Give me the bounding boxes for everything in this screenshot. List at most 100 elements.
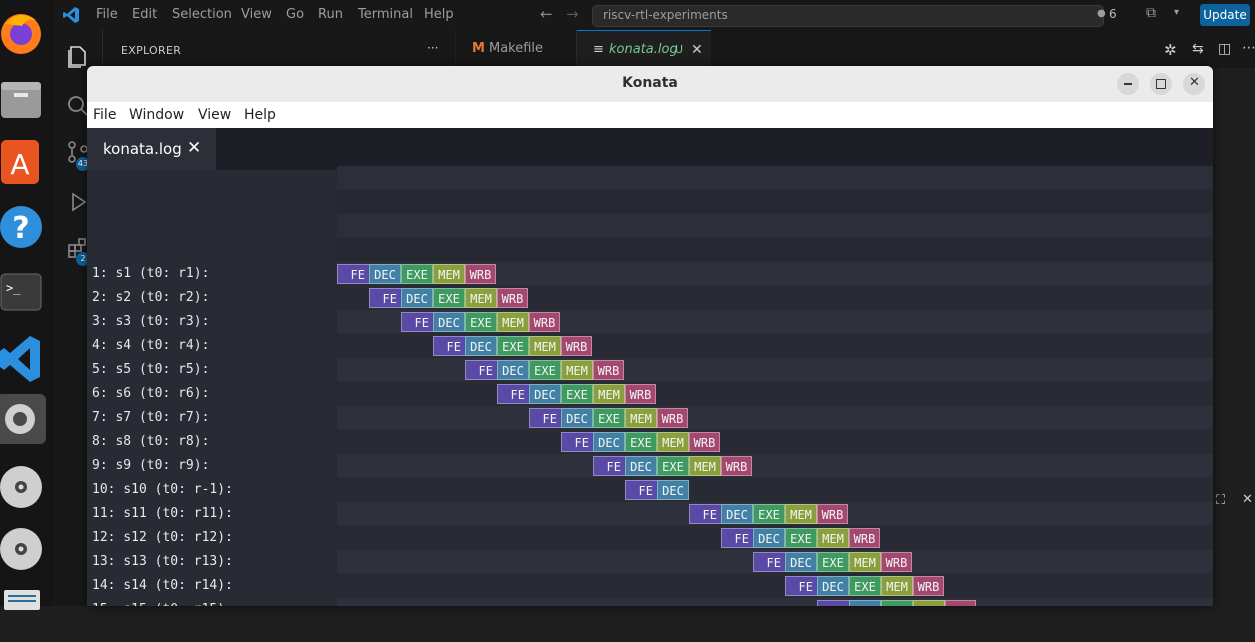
vscode-menu-go[interactable]: Go bbox=[286, 7, 304, 22]
maximize-button[interactable] bbox=[1150, 73, 1172, 95]
forward-arrow-icon[interactable]: → bbox=[566, 5, 579, 23]
stage-wrb[interactable]: WRB bbox=[945, 600, 976, 606]
close-button[interactable]: ✕ bbox=[1183, 73, 1205, 95]
stage-fe[interactable]: FE bbox=[625, 480, 658, 500]
stage-fe[interactable]: FE bbox=[401, 312, 434, 332]
stage-mem[interactable]: MEM bbox=[849, 552, 881, 572]
disc-icon[interactable] bbox=[0, 522, 54, 576]
stage-mem[interactable]: MEM bbox=[689, 456, 721, 476]
stage-wrb[interactable]: WRB bbox=[849, 528, 880, 548]
explorer-icon[interactable] bbox=[66, 44, 90, 68]
stage-wrb[interactable]: WRB bbox=[497, 288, 528, 308]
close-icon[interactable]: ✕ bbox=[187, 138, 201, 158]
stage-dec[interactable]: DEC bbox=[721, 504, 753, 524]
stage-exe[interactable]: EXE bbox=[465, 312, 497, 332]
chevron-down-icon[interactable]: ▾ bbox=[1174, 7, 1179, 18]
stage-fe[interactable]: FE bbox=[465, 360, 498, 380]
stage-wrb[interactable]: WRB bbox=[657, 408, 688, 428]
close-icon[interactable]: ✕ bbox=[691, 31, 703, 69]
stage-exe[interactable]: EXE bbox=[753, 504, 785, 524]
vscode-menu-help[interactable]: Help bbox=[424, 7, 454, 22]
stage-wrb[interactable]: WRB bbox=[689, 432, 720, 452]
stage-mem[interactable]: MEM bbox=[465, 288, 497, 308]
stage-dec[interactable]: DEC bbox=[753, 528, 785, 548]
stage-exe[interactable]: EXE bbox=[561, 384, 593, 404]
more-actions-icon[interactable]: ⋯ bbox=[1242, 40, 1255, 56]
stage-mem[interactable]: MEM bbox=[433, 264, 465, 284]
stage-wrb[interactable]: WRB bbox=[817, 504, 848, 524]
stage-exe[interactable]: EXE bbox=[657, 456, 689, 476]
settings-icon[interactable] bbox=[0, 394, 54, 448]
menu-file[interactable]: File bbox=[93, 107, 116, 123]
stage-wrb[interactable]: WRB bbox=[881, 552, 912, 572]
stage-fe[interactable]: FE bbox=[753, 552, 786, 572]
stage-fe[interactable]: FE bbox=[721, 528, 754, 548]
stage-wrb[interactable]: WRB bbox=[721, 456, 752, 476]
more-actions-icon[interactable]: ··· bbox=[427, 41, 438, 55]
stage-dec[interactable]: DEC bbox=[561, 408, 593, 428]
pipeline-view[interactable]: 1: s1 (t0: r1): FE DEC EXE MEM WRB 2: s2 (t0: … bbox=[87, 166, 1213, 606]
close-icon[interactable]: ✕ bbox=[1242, 492, 1253, 507]
stage-wrb[interactable]: WRB bbox=[561, 336, 592, 356]
split-editor-icon[interactable]: ◫ bbox=[1218, 41, 1231, 57]
stage-mem[interactable]: MEM bbox=[881, 576, 913, 596]
stage-mem[interactable]: MEM bbox=[785, 504, 817, 524]
stage-exe[interactable]: EXE bbox=[817, 552, 849, 572]
stage-mem[interactable]: MEM bbox=[817, 528, 849, 548]
tab-makefile[interactable]: M Makefile bbox=[456, 30, 577, 68]
stage-fe[interactable]: FE bbox=[689, 504, 722, 524]
stage-exe[interactable]: EXE bbox=[401, 264, 433, 284]
disc-icon[interactable] bbox=[0, 460, 54, 514]
vscode-menu-terminal[interactable]: Terminal bbox=[358, 7, 413, 22]
stage-fe[interactable]: FE bbox=[593, 456, 626, 476]
stage-dec[interactable]: DEC bbox=[593, 432, 625, 452]
stage-wrb[interactable]: WRB bbox=[593, 360, 624, 380]
stage-mem[interactable]: MEM bbox=[625, 408, 657, 428]
stage-exe[interactable]: EXE bbox=[529, 360, 561, 380]
stage-dec[interactable]: DEC bbox=[817, 576, 849, 596]
stage-dec[interactable]: DEC bbox=[529, 384, 561, 404]
stage-exe[interactable]: EXE bbox=[625, 432, 657, 452]
stage-dec[interactable]: DEC bbox=[849, 600, 881, 606]
vscode-icon[interactable] bbox=[0, 332, 54, 386]
openai-icon[interactable]: ✲ bbox=[1164, 41, 1177, 59]
files-icon[interactable] bbox=[0, 72, 54, 126]
stage-wrb[interactable]: WRB bbox=[913, 576, 944, 596]
stage-dec[interactable]: DEC bbox=[497, 360, 529, 380]
stage-dec[interactable]: DEC bbox=[785, 552, 817, 572]
stage-fe[interactable]: FE bbox=[817, 600, 850, 606]
stage-exe[interactable]: EXE bbox=[881, 600, 913, 606]
vscode-menu-view[interactable]: View bbox=[241, 7, 272, 22]
help-icon[interactable]: ? bbox=[0, 200, 54, 254]
stage-exe[interactable]: EXE bbox=[497, 336, 529, 356]
vscode-menu-run[interactable]: Run bbox=[318, 7, 343, 22]
stage-exe[interactable]: EXE bbox=[785, 528, 817, 548]
app-center-icon[interactable]: A bbox=[0, 136, 54, 190]
vscode-menu-selection[interactable]: Selection bbox=[172, 7, 232, 22]
stage-wrb[interactable]: WRB bbox=[625, 384, 656, 404]
trash-icon[interactable] bbox=[0, 588, 54, 642]
stage-mem[interactable]: MEM bbox=[529, 336, 561, 356]
vscode-menu-file[interactable]: File bbox=[96, 7, 118, 22]
tab-konata-log[interactable]: ≡ konata.log U ✕ bbox=[577, 30, 711, 69]
back-arrow-icon[interactable]: ← bbox=[540, 5, 553, 23]
stage-wrb[interactable]: WRB bbox=[465, 264, 496, 284]
vscode-menu-edit[interactable]: Edit bbox=[132, 7, 157, 22]
update-button[interactable]: Update bbox=[1200, 4, 1250, 26]
stage-dec[interactable]: DEC bbox=[369, 264, 401, 284]
stage-fe[interactable]: FE bbox=[433, 336, 466, 356]
menu-view[interactable]: View bbox=[198, 107, 231, 123]
stage-mem[interactable]: MEM bbox=[913, 600, 945, 606]
chat-icon[interactable]: ⧉ bbox=[1146, 5, 1156, 21]
compare-changes-icon[interactable]: ⇆ bbox=[1192, 41, 1204, 57]
konata-titlebar[interactable]: Konata ✕ bbox=[87, 66, 1213, 103]
stage-fe[interactable]: FE bbox=[497, 384, 530, 404]
stage-exe[interactable]: EXE bbox=[593, 408, 625, 428]
stage-dec[interactable]: DEC bbox=[625, 456, 657, 476]
stage-mem[interactable]: MEM bbox=[657, 432, 689, 452]
stage-wrb[interactable]: WRB bbox=[529, 312, 560, 332]
stage-fe[interactable]: FE bbox=[529, 408, 562, 428]
stage-mem[interactable]: MEM bbox=[593, 384, 625, 404]
terminal-icon[interactable]: >_ bbox=[0, 268, 54, 322]
stage-mem[interactable]: MEM bbox=[497, 312, 529, 332]
